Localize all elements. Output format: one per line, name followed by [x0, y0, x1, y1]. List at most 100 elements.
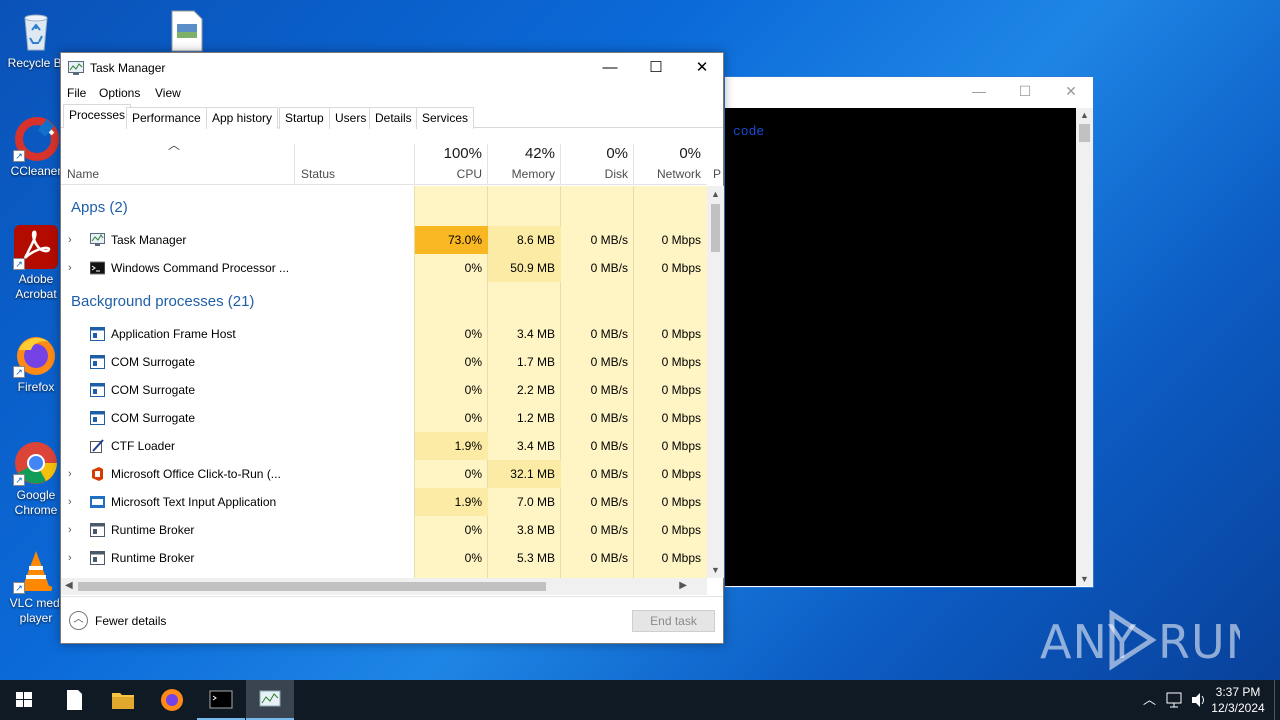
file-icon[interactable] — [170, 10, 204, 52]
taskbar-file-icon[interactable] — [50, 680, 98, 720]
table-row[interactable]: Application Frame Host 0% 3.4 MB 0 MB/s … — [61, 320, 707, 348]
disk-value: 0 MB/s — [590, 411, 628, 425]
console-scrollbar[interactable]: ▲ ▼ — [1076, 108, 1093, 586]
column-power-truncated[interactable]: P — [713, 167, 723, 181]
anyrun-watermark: ANY RUN — [1040, 606, 1260, 674]
scroll-right-icon[interactable]: ▶ — [679, 580, 687, 591]
scroll-down-icon[interactable]: ▼ — [711, 565, 720, 575]
scroll-thumb[interactable] — [711, 204, 720, 252]
window-app-icon — [90, 411, 105, 425]
tab-users[interactable]: Users — [329, 107, 373, 129]
tab-app-history[interactable]: App history — [206, 107, 279, 129]
group-header-apps[interactable]: Apps (2) — [61, 192, 707, 226]
scroll-up-icon[interactable]: ▲ — [1080, 110, 1089, 120]
tab-startup[interactable]: Startup — [279, 107, 330, 129]
taskbar: ︿ 3:37 PM 12/3/2024 — [0, 680, 1280, 720]
memory-value: 1.2 MB — [516, 411, 555, 425]
tab-services[interactable]: Services — [416, 107, 475, 129]
column-disk[interactable]: Disk — [561, 167, 628, 181]
clock-date: 12/3/2024 — [1211, 701, 1265, 715]
table-row[interactable]: › Runtime Broker 0% 5.3 MB 0 MB/s 0 Mbps — [61, 544, 707, 572]
network-total: 0% — [679, 145, 701, 162]
menu-view[interactable]: View — [155, 86, 181, 100]
group-header-background[interactable]: Background processes (21) — [61, 286, 707, 320]
process-name: Windows Command Processor ... — [111, 261, 290, 275]
expand-chevron-icon[interactable]: › — [68, 254, 72, 282]
expand-chevron-icon[interactable]: › — [68, 460, 72, 488]
cmd-titlebar[interactable]: — ☐ ✕ — [725, 77, 1093, 107]
menu-options[interactable]: Options — [99, 86, 140, 100]
end-task-button[interactable]: End task — [632, 610, 715, 632]
scroll-thumb[interactable] — [1079, 124, 1090, 142]
expand-chevron-icon[interactable]: › — [68, 544, 72, 572]
scroll-left-icon[interactable]: ◀ — [65, 580, 73, 591]
disk-value: 0 MB/s — [590, 495, 628, 509]
acrobat-icon: ↗ — [13, 224, 59, 270]
console-output[interactable]: code — [725, 108, 1077, 586]
cpu-total: 100% — [443, 145, 482, 162]
text-input-icon — [90, 495, 105, 509]
office-icon — [90, 467, 105, 481]
table-row[interactable]: › Runtime Broker 0% 3.8 MB 0 MB/s 0 Mbps — [61, 516, 707, 544]
scroll-down-icon[interactable]: ▼ — [1080, 574, 1089, 584]
network-value: 0 Mbps — [661, 383, 701, 397]
taskbar-task-manager-icon[interactable] — [246, 680, 294, 720]
disk-value: 0 MB/s — [590, 355, 628, 369]
table-row[interactable]: COM Surrogate 0% 1.7 MB 0 MB/s 0 Mbps — [61, 348, 707, 376]
minimize-button[interactable]: — — [587, 53, 633, 83]
window-app-icon — [90, 523, 105, 537]
command-prompt-window[interactable]: — ☐ ✕ code ▲ ▼ — [724, 76, 1094, 588]
table-row[interactable]: CTF Loader 1.9% 3.4 MB 0 MB/s 0 Mbps — [61, 432, 707, 460]
horizontal-scrollbar[interactable]: ◀ ▶ — [61, 578, 707, 595]
minimize-icon[interactable]: — — [969, 83, 989, 101]
taskbar-firefox-icon[interactable] — [148, 680, 196, 720]
network-icon[interactable] — [1165, 680, 1183, 720]
tray-chevron-up-icon[interactable]: ︿ — [1143, 680, 1156, 720]
table-row[interactable]: COM Surrogate 0% 1.2 MB 0 MB/s 0 Mbps — [61, 404, 707, 432]
table-row[interactable]: › Task Manager 73.0% 8.6 MB 0 MB/s 0 Mbp… — [61, 226, 707, 254]
table-row[interactable]: › Microsoft Office Click-to-Run (... 0% … — [61, 460, 707, 488]
sort-chevron-up-icon[interactable]: ︿ — [168, 136, 180, 153]
show-desktop-button[interactable] — [1274, 680, 1275, 720]
titlebar[interactable]: Task Manager — ☐ ✕ — [61, 53, 723, 83]
expand-chevron-icon[interactable]: › — [68, 516, 72, 544]
process-list[interactable]: Apps (2) › Task Manager 73.0% 8.6 MB 0 M… — [61, 186, 707, 578]
scroll-up-icon[interactable]: ▲ — [711, 189, 720, 199]
fewer-details-button[interactable]: ︿ Fewer details — [69, 611, 166, 631]
task-manager-window[interactable]: Task Manager — ☐ ✕ File Options View Pro… — [60, 52, 724, 644]
column-status[interactable]: Status — [301, 167, 335, 181]
memory-value: 2.2 MB — [516, 383, 555, 397]
clock-time: 3:37 PM — [1215, 685, 1261, 699]
tab-performance[interactable]: Performance — [126, 107, 207, 129]
close-icon[interactable]: ✕ — [1061, 83, 1081, 101]
column-name[interactable]: Name — [67, 167, 99, 181]
taskbar-file-explorer-icon[interactable] — [99, 680, 147, 720]
shortcut-arrow-icon: ↗ — [13, 258, 25, 270]
vertical-scrollbar[interactable]: ▲ ▼ — [707, 186, 724, 578]
expand-chevron-icon[interactable]: › — [68, 226, 72, 254]
maximize-button[interactable]: ☐ — [633, 53, 679, 83]
process-name: COM Surrogate — [111, 411, 196, 425]
taskbar-cmd-icon[interactable] — [197, 680, 245, 720]
cpu-value: 0% — [464, 355, 482, 369]
network-value: 0 Mbps — [661, 261, 701, 275]
menu-file[interactable]: File — [67, 86, 86, 100]
maximize-icon[interactable]: ☐ — [1015, 83, 1035, 101]
column-network[interactable]: Network — [634, 167, 701, 181]
start-button[interactable] — [0, 680, 48, 720]
chrome-icon: ↗ — [13, 440, 59, 486]
table-row[interactable]: › Microsoft Text Input Application 1.9% … — [61, 488, 707, 516]
table-row[interactable]: COM Surrogate 0% 2.2 MB 0 MB/s 0 Mbps — [61, 376, 707, 404]
table-row[interactable]: › Windows Command Processor ... 0% 50.9 … — [61, 254, 707, 282]
tab-processes[interactable]: Processes — [63, 104, 132, 128]
system-clock[interactable]: 3:37 PM 12/3/2024 — [1209, 684, 1267, 716]
column-divider[interactable] — [294, 144, 295, 185]
network-value: 0 Mbps — [661, 411, 701, 425]
column-memory[interactable]: Memory — [488, 167, 555, 181]
volume-icon[interactable] — [1190, 680, 1208, 720]
column-cpu[interactable]: CPU — [415, 167, 482, 181]
tab-details[interactable]: Details — [369, 107, 418, 129]
scroll-thumb[interactable] — [78, 582, 546, 591]
close-button[interactable]: ✕ — [679, 53, 725, 83]
expand-chevron-icon[interactable]: › — [68, 488, 72, 516]
